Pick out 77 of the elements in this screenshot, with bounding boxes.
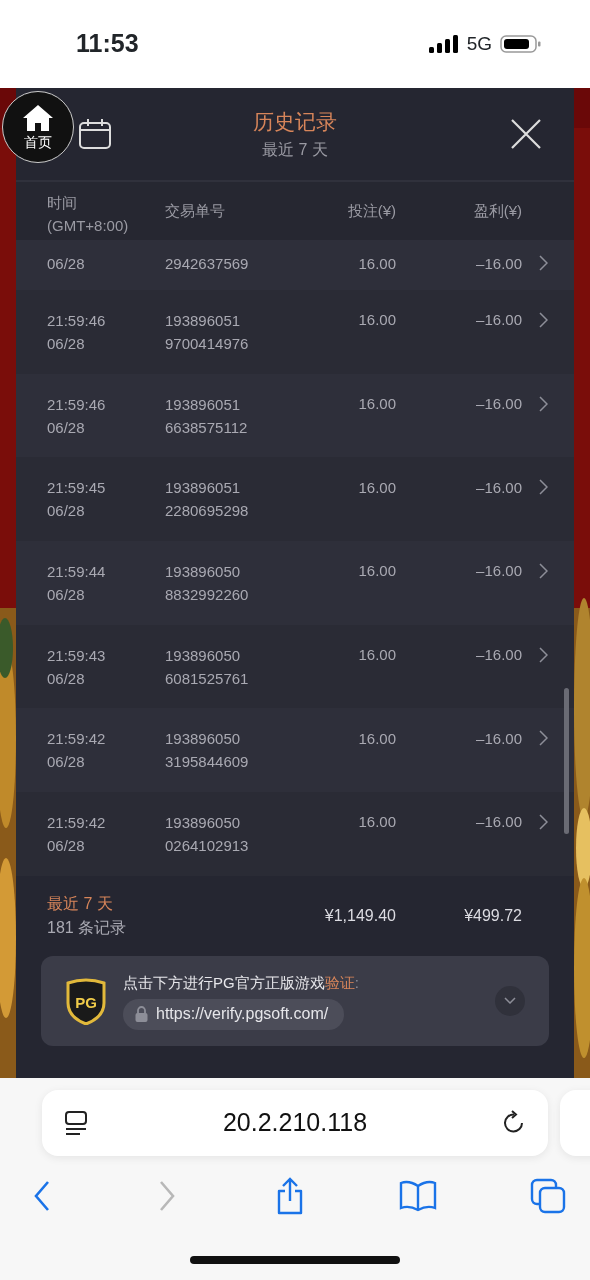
- record-count: 181 条记录: [47, 917, 128, 938]
- chevron-right-icon: [539, 813, 548, 830]
- order-id-cell-text: 193896050 8832992260: [165, 561, 250, 605]
- expand-button[interactable]: [495, 985, 525, 1016]
- profit-cell: –16.00: [476, 729, 522, 747]
- order-id-cell-text: 193896050 0264102913: [165, 812, 250, 856]
- profit-cell: –16.00: [476, 813, 522, 831]
- profit-cell: –16.00: [476, 254, 522, 272]
- chevron-right-icon: [539, 730, 548, 747]
- column-header: 时间 (GMT+8:00): [47, 193, 130, 236]
- chevron-right-icon: [539, 311, 548, 328]
- order-id-cell-text: 193896051 6638575112: [165, 394, 249, 438]
- panel-title: 历史记录: [253, 109, 337, 136]
- address-text: 20.2.210.118: [222, 1107, 368, 1139]
- bet-cell: 16.00: [358, 395, 396, 413]
- bet-cell: 16.00: [358, 478, 396, 496]
- profit-cell: –16.00: [476, 395, 522, 413]
- time-cell-text: 21:59:45 06/28: [47, 478, 107, 522]
- signal-icon: [428, 35, 459, 53]
- chevron-right-icon: [539, 479, 548, 496]
- bet-cell: 16.00: [358, 729, 396, 747]
- address-bar[interactable]: 20.2.210.118: [42, 1090, 548, 1156]
- time-cell-text: 21:59:46 06/28: [47, 394, 107, 438]
- chevron-right-icon: [539, 646, 548, 663]
- record-row[interactable]: 21:59:43 06/28 193896050 6081525761 16.00 –16.00: [16, 624, 574, 709]
- total-profit: ¥499.72: [464, 906, 522, 924]
- record-row[interactable]: 21:59:45 06/28 193896051 2280695298 16.00 –16.00: [16, 457, 574, 542]
- record-row[interactable]: 21:59:44 06/28 193896050 8832992260 16.00 –16.00: [16, 541, 574, 625]
- order-id-cell-text: 193896051 2280695298: [165, 478, 250, 522]
- network-label: 5G: [466, 31, 492, 56]
- verify-link[interactable]: https://verify.pgsoft.com/: [123, 998, 345, 1030]
- record-row[interactable]: 21:59:46 06/28 193896051 9700414976 16.00 –16.00: [16, 290, 574, 374]
- time-cell-text: 21:59:44 06/28: [47, 561, 107, 605]
- calendar-icon[interactable]: [78, 118, 112, 150]
- total-bet: ¥1,149.40: [324, 906, 396, 924]
- home-icon: [22, 103, 54, 132]
- clock-time: 11:53: [76, 28, 139, 60]
- bet-cell: 16.00: [358, 311, 396, 329]
- profit-cell: –16.00: [476, 562, 522, 580]
- reader-icon[interactable]: [64, 1110, 88, 1136]
- panel-subtitle: 最近 7 天: [262, 139, 328, 160]
- profit-cell: –16.00: [476, 646, 522, 664]
- home-button[interactable]: 首页: [2, 91, 74, 163]
- record-row[interactable]: 21:59:42 06/28 193896050 3195844609 16.00 –16.00: [16, 708, 574, 793]
- column-header: 盈利(¥): [473, 201, 522, 219]
- summary-period: 最近 7 天: [47, 893, 114, 914]
- bet-cell: 16.00: [358, 254, 396, 272]
- time-cell-text: 21:59:43 06/28: [47, 645, 107, 689]
- time-cell-text: 21:59:42 06/28: [47, 729, 107, 773]
- bet-cell: 16.00: [358, 813, 396, 831]
- time-cell-text: 06/28: [47, 253, 86, 274]
- profit-cell: –16.00: [476, 311, 522, 329]
- column-header: 投注(¥): [347, 201, 396, 219]
- close-icon[interactable]: [510, 118, 542, 150]
- verify-prompt: 点击下方进行PG官方正版游戏验证:: [123, 973, 360, 994]
- shield-badge-icon: PG: [65, 976, 107, 1025]
- record-row[interactable]: 21:59:42 06/28 193896050 0264102913 16.00 –16.00: [16, 792, 574, 876]
- time-cell-text: 21:59:42 06/28: [47, 812, 107, 856]
- bet-cell: 16.00: [358, 646, 396, 664]
- chevron-right-icon: [539, 562, 548, 579]
- profit-cell: –16.00: [476, 478, 522, 496]
- chevron-right-icon: [539, 395, 548, 412]
- record-row[interactable]: 06/28 2942637569 16.00 –16.00: [16, 240, 574, 290]
- order-id-cell-text: 193896050 6081525761: [165, 645, 250, 689]
- bet-cell: 16.00: [358, 562, 396, 580]
- order-id-cell-text: 193896050 3195844609: [165, 729, 250, 773]
- tabs-icon[interactable]: [530, 1178, 566, 1214]
- column-header: 交易单号: [165, 201, 225, 219]
- chevron-right-icon: [539, 255, 548, 271]
- time-cell-text: 21:59:46 06/28: [47, 310, 107, 354]
- record-row[interactable]: 21:59:46 06/28 193896051 6638575112 16.00 –16.00: [16, 373, 574, 458]
- battery-icon: [500, 34, 542, 54]
- order-id-cell-text: 193896051 9700414976: [165, 310, 250, 354]
- lock-icon: [135, 1005, 148, 1022]
- bookmarks-icon[interactable]: [399, 1180, 437, 1212]
- chevron-down-icon: [504, 997, 516, 1005]
- order-id-cell-text: 2942637569: [165, 253, 250, 274]
